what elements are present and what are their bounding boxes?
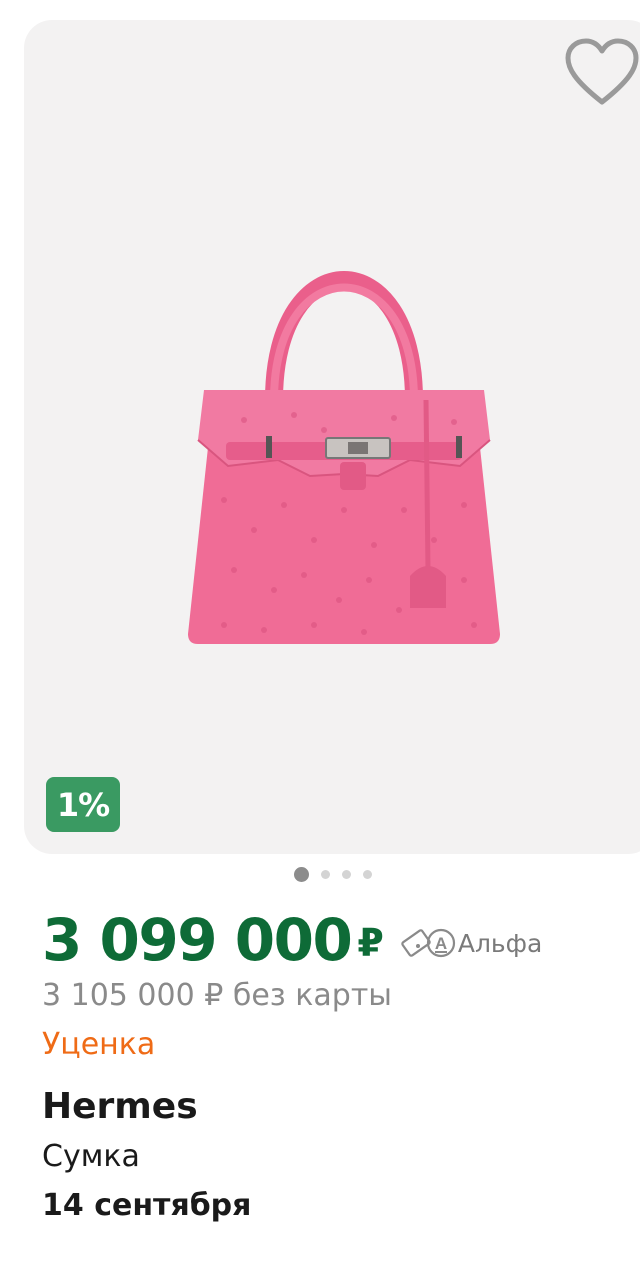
gallery-pager [0,866,640,882]
price-without-card: 3 105 000 ₽ без карты [42,978,392,1013]
product-photo[interactable] [164,240,524,660]
price-row: 3 099 000 ₽ A Альфа [42,900,542,980]
pager-dot[interactable] [321,869,330,879]
alfa-card-icon: A [401,928,455,958]
discount-badge: 1% [46,777,120,832]
delivery-date: 14 сентября [42,1188,252,1223]
payment-partner[interactable]: A Альфа [400,926,543,960]
payment-partner-label: Альфа [457,928,543,958]
markdown-label: Уценка [42,1027,156,1062]
heart-icon[interactable] [564,38,640,108]
svg-text:A: A [435,934,447,953]
pager-dot-active[interactable] [294,866,309,882]
pager-dot[interactable] [342,869,351,879]
price-value: 3 099 000 [42,906,353,974]
product-type: Сумка [42,1139,140,1174]
product-gallery[interactable]: 1% [24,20,640,854]
pager-dot[interactable] [363,869,372,879]
price-currency: ₽ [357,921,384,965]
brand-name: Hermes [42,1086,198,1127]
